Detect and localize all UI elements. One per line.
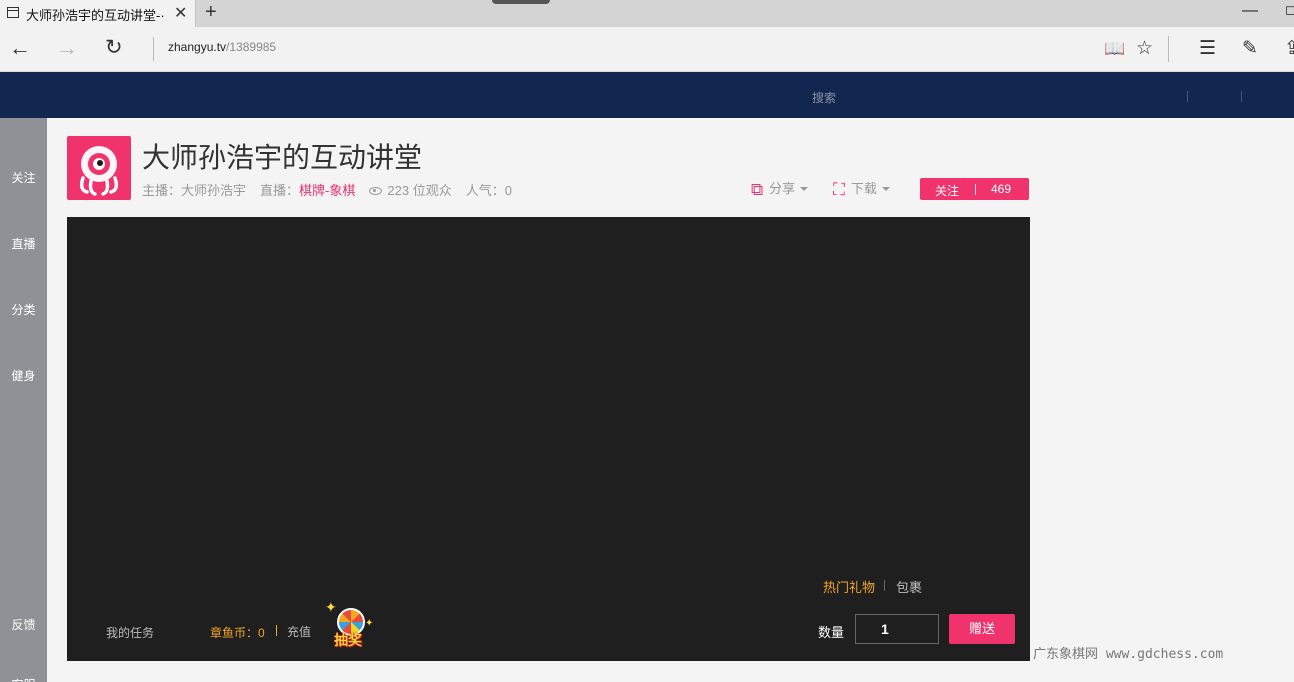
browser-tab-strip: 大师孙浩宇的互动讲堂-· ✕ + — ◻ — [0, 0, 1294, 27]
toolbar-divider — [1168, 36, 1169, 62]
download-dropdown[interactable]: ⛶ 下载 — [833, 178, 890, 200]
caret-down-icon — [881, 187, 890, 191]
page-icon — [7, 7, 19, 18]
sidebar-item-fitness[interactable]: 健身 — [0, 367, 47, 384]
sparkle-icon: ✦ — [365, 618, 374, 629]
back-icon[interactable]: ← — [9, 35, 31, 61]
eye-icon — [369, 187, 383, 195]
category-link[interactable]: 棋牌-象棋 — [299, 183, 355, 198]
close-tab-icon[interactable]: ✕ — [174, 3, 187, 23]
download-label: 下载 — [850, 181, 877, 196]
sparkle-icon: ✦ — [325, 599, 337, 615]
external-link-icon: ⧉ — [751, 180, 764, 199]
follow-divider — [975, 184, 976, 195]
quantity-input[interactable] — [855, 614, 939, 644]
tab-title: 大师孙浩宇的互动讲堂-· — [26, 8, 165, 23]
viewer-count: 223 位观众 — [387, 183, 452, 198]
hub-icon[interactable]: ☰ — [1199, 37, 1216, 60]
share-icon[interactable]: ⇪ — [1284, 37, 1294, 60]
page-title: 大师孙浩宇的互动讲堂 — [142, 142, 423, 173]
my-tasks-link[interactable]: 我的任务 — [106, 624, 154, 641]
coin-balance: 章鱼币：0 — [210, 626, 265, 640]
sidebar-item-feedback[interactable]: 反馈 — [0, 616, 47, 633]
url-divider — [153, 37, 154, 61]
room-meta: 主播：大师孙浩宇 直播：棋牌-象棋 223 位观众 人气：0 — [142, 180, 512, 199]
browser-toolbar: ← → ↻ zhangyu.tv/1389985 📖 ☆ ☰ ✎ ⇪ — [0, 27, 1294, 72]
browser-tab[interactable]: 大师孙浩宇的互动讲堂-· ✕ — [0, 0, 196, 27]
follow-button[interactable]: 关注 469 — [920, 178, 1029, 200]
site-header: 搜索 — [0, 72, 1294, 118]
share-label: 分享 — [769, 181, 796, 196]
host-name: 大师孙浩宇 — [181, 183, 247, 198]
follower-count: 469 — [991, 182, 1012, 196]
octopus-logo-icon — [79, 146, 119, 196]
sidebar-item-category[interactable]: 分类 — [0, 301, 47, 318]
send-gift-button[interactable]: 赠送 — [949, 614, 1015, 644]
avatar[interactable] — [67, 136, 131, 200]
scan-icon: ⛶ — [833, 180, 845, 199]
web-note-icon[interactable]: ✎ — [1242, 37, 1258, 60]
reload-icon[interactable]: ↻ — [105, 35, 123, 60]
sidebar-item-live[interactable]: 直播 — [0, 235, 47, 252]
address-bar[interactable]: zhangyu.tv/1389985 — [168, 40, 276, 54]
popularity: 人气：0 — [465, 183, 512, 198]
share-dropdown[interactable]: ⧉ 分享 — [751, 178, 809, 200]
follow-label: 关注 — [935, 184, 960, 198]
coin-divider — [276, 625, 277, 636]
reading-view-icon[interactable]: 📖 — [1104, 39, 1125, 59]
minimize-button[interactable]: — — [1242, 2, 1258, 20]
forward-icon[interactable]: → — [56, 35, 78, 61]
url-host: zhangyu.tv — [168, 40, 227, 54]
watermark: 广东象棋网 www.gdchess.com — [1033, 647, 1224, 662]
favorite-star-icon[interactable]: ☆ — [1136, 37, 1153, 60]
tab-preview-handle[interactable] — [492, 0, 550, 4]
lottery-button[interactable]: ✦ ✦ 抽奖 — [325, 599, 377, 652]
video-player[interactable]: 热门礼物 包裹 我的任务 章鱼币：0 充值 ✦ ✦ 抽奖 数量 赠送 — [67, 217, 1030, 661]
tab-hot-gifts[interactable]: 热门礼物 — [823, 577, 875, 596]
lottery-label: 抽奖 — [334, 632, 362, 648]
left-sidebar: 关注 直播 分类 健身 反馈 — [0, 118, 47, 682]
sidebar-item-follow[interactable]: 关注 — [0, 169, 47, 186]
gift-tab-divider — [884, 580, 885, 591]
host-label: 主播： — [142, 183, 182, 198]
new-tab-button[interactable]: + — [205, 1, 217, 24]
quantity-label: 数量 — [818, 625, 845, 640]
recharge-link[interactable]: 充值 — [287, 623, 311, 640]
url-path: /1389985 — [226, 40, 277, 54]
caret-down-icon — [800, 187, 809, 191]
header-divider — [1187, 91, 1188, 102]
header-divider — [1241, 91, 1242, 102]
search-input[interactable]: 搜索 — [812, 89, 836, 106]
sidebar-item-service[interactable]: 客服 — [0, 676, 47, 682]
tab-bag[interactable]: 包裹 — [896, 577, 922, 596]
restore-button[interactable]: ◻ — [1285, 2, 1294, 18]
live-label: 直播： — [260, 183, 300, 198]
